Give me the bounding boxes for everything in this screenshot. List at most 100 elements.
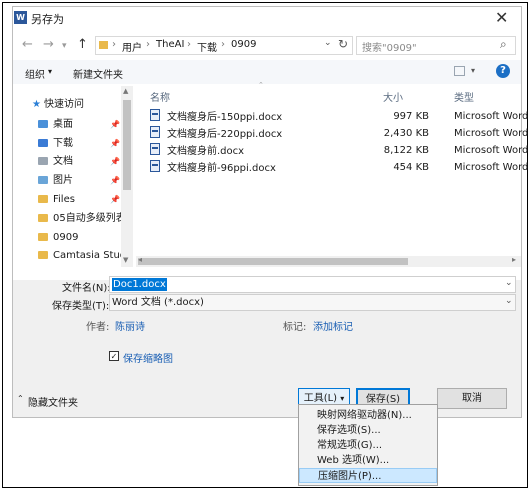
sidebar-item-label: 图片 xyxy=(53,175,73,186)
author-value[interactable]: 陈丽诗 xyxy=(115,318,145,333)
file-name: 文档瘦身后-220ppi.docx xyxy=(167,129,283,140)
sidebar-item-label: 05自动多级列表 xyxy=(53,213,122,224)
scroll-right-icon[interactable]: ▸ xyxy=(512,255,516,264)
scroll-left-icon[interactable]: ◂ xyxy=(138,255,142,264)
folder-icon xyxy=(38,214,48,222)
file-name: 文档瘦身后-150ppi.docx xyxy=(167,112,283,123)
sidebar-item-label: 下载 xyxy=(53,138,73,149)
tools-label: 工具(L) xyxy=(303,393,338,404)
column-header-size[interactable]: 大小 xyxy=(383,89,403,104)
chevron-down-icon[interactable]: ▾ xyxy=(62,41,67,51)
filetype-value: Word 文档 (*.docx) xyxy=(112,297,204,308)
download-icon xyxy=(38,139,48,147)
chevron-down-icon[interactable]: ⌄ xyxy=(505,278,513,288)
address-bar[interactable]: › 用户 › TheAI › 下载 › 0909 ⌄ ↻ xyxy=(95,36,353,55)
organize-button[interactable]: 组织 xyxy=(25,66,45,81)
close-icon[interactable]: ✕ xyxy=(495,8,508,27)
menu-item-compress-pictures[interactable]: 压缩图片(P)... xyxy=(299,468,437,483)
sidebar-item-camtasia[interactable]: Camtasia Studio xyxy=(38,247,122,265)
organize-dropdown-icon: ▾ xyxy=(48,67,53,76)
hide-folders-button[interactable]: 隐藏文件夹 xyxy=(28,394,78,409)
file-row[interactable]: 文档瘦身后-150ppi.docx 997 KB Microsoft Word xyxy=(150,109,528,125)
cancel-button[interactable]: 取消 xyxy=(437,388,507,409)
address-separator: › xyxy=(221,39,225,50)
menu-item-general-options[interactable]: 常规选项(G)... xyxy=(299,438,437,453)
file-type: Microsoft Word xyxy=(454,145,529,156)
file-row[interactable]: 文档瘦身前-96ppi.docx 454 KB Microsoft Word xyxy=(150,160,528,176)
menu-item-web-options[interactable]: Web 选项(W)... xyxy=(299,453,437,468)
star-icon: ★ xyxy=(32,99,41,110)
up-arrow-icon[interactable]: ↑ xyxy=(77,37,88,52)
menu-item-save-options[interactable]: 保存选项(S)... xyxy=(299,423,437,438)
scroll-up-icon[interactable]: ▲ xyxy=(123,87,128,95)
search-icon[interactable]: ⌕ xyxy=(500,37,507,52)
file-size: 997 KB xyxy=(393,111,429,122)
file-row[interactable]: 文档瘦身前.docx 8,122 KB Microsoft Word xyxy=(150,143,528,159)
word-document-icon xyxy=(150,143,160,155)
refresh-icon[interactable]: ↻ xyxy=(338,37,348,51)
help-icon[interactable]: ? xyxy=(496,64,510,78)
folder-icon xyxy=(38,233,48,241)
file-list-scrollbar-thumb[interactable] xyxy=(138,258,408,265)
view-options-icon[interactable] xyxy=(454,66,465,76)
sidebar-item-label: Files xyxy=(53,194,75,205)
filetype-label: 保存类型(T): xyxy=(52,301,110,312)
search-box[interactable]: 搜索"0909" ⌕ xyxy=(356,36,516,55)
view-dropdown-icon[interactable]: ▾ xyxy=(471,66,475,75)
address-segment-users[interactable]: 用户 xyxy=(122,39,142,54)
file-type: Microsoft Word xyxy=(454,162,529,173)
desktop-icon xyxy=(38,120,48,128)
word-document-icon xyxy=(150,160,160,172)
folder-icon xyxy=(38,195,48,203)
scroll-down-icon[interactable]: ▼ xyxy=(123,256,128,264)
chevron-down-icon: ▾ xyxy=(340,394,345,403)
address-segment-theai[interactable]: TheAI xyxy=(156,39,184,50)
tags-label: 标记: xyxy=(283,322,307,333)
address-dropdown-icon[interactable]: ⌄ xyxy=(324,38,332,48)
word-document-icon xyxy=(150,126,160,138)
folder-icon xyxy=(38,251,48,259)
search-input[interactable]: 搜索"0909" xyxy=(362,39,417,54)
filetype-select[interactable]: Word 文档 (*.docx) ⌄ xyxy=(109,294,516,311)
sort-indicator-icon: ⌃ xyxy=(258,81,264,89)
sidebar-item-0909[interactable]: 0909 xyxy=(38,229,122,247)
column-header-name[interactable]: 名称 xyxy=(150,89,170,104)
thumbnail-label[interactable]: 保存缩略图 xyxy=(123,350,173,365)
navigation-pane: ★ 快速访问 桌面 📌 下载 📌 文档 📌 图片 📌 Files 📌 05自动多级… xyxy=(14,86,134,266)
folder-icon xyxy=(99,41,108,49)
thumbnail-checkbox[interactable]: ✓ xyxy=(109,351,119,361)
add-tags-link[interactable]: 添加标记 xyxy=(313,318,353,333)
tools-menu: 映射网络驱动器(N)... 保存选项(S)... 常规选项(G)... Web … xyxy=(298,404,438,486)
address-segment-0909[interactable]: 0909 xyxy=(231,39,256,50)
address-segment-downloads[interactable]: 下载 xyxy=(197,39,217,54)
file-row[interactable]: 文档瘦身后-220ppi.docx 2,430 KB Microsoft Wor… xyxy=(150,126,528,142)
sidebar-item-label: Camtasia Studio xyxy=(53,250,122,261)
filename-input[interactable]: Doc1.docx xyxy=(112,278,167,291)
filename-field[interactable]: Doc1.docx ⌄ xyxy=(109,276,516,293)
column-header-type[interactable]: 类型 xyxy=(454,89,474,104)
word-document-icon xyxy=(150,109,160,121)
sidebar-item-label: 桌面 xyxy=(53,119,73,130)
sidebar-item-label: 文档 xyxy=(53,156,73,167)
file-size: 2,430 KB xyxy=(383,128,429,139)
sidebar-item-05-list[interactable]: 05自动多级列表 xyxy=(38,210,122,228)
file-name: 文档瘦身前.docx xyxy=(167,146,245,157)
file-type: Microsoft Word xyxy=(454,128,529,139)
sidebar-item-label: 快速访问 xyxy=(43,99,84,110)
file-size: 454 KB xyxy=(393,162,429,173)
address-separator: › xyxy=(112,39,116,50)
forward-arrow-icon[interactable]: → xyxy=(43,37,54,52)
back-arrow-icon[interactable]: ← xyxy=(22,37,33,52)
sidebar-scrollbar-thumb[interactable] xyxy=(123,100,131,190)
chevron-up-icon[interactable]: ⌃ xyxy=(17,394,24,403)
author-label: 作者: xyxy=(86,322,110,333)
menu-item-map-network-drive[interactable]: 映射网络驱动器(N)... xyxy=(299,408,437,423)
window-title: 另存为 xyxy=(31,13,64,26)
filename-label: 文件名(N): xyxy=(62,283,111,294)
chevron-down-icon[interactable]: ⌄ xyxy=(505,296,513,306)
new-folder-button[interactable]: 新建文件夹 xyxy=(73,66,123,81)
file-size: 8,122 KB xyxy=(383,145,429,156)
address-separator: › xyxy=(187,39,191,50)
address-separator: › xyxy=(146,39,150,50)
word-app-icon: W xyxy=(14,11,27,24)
